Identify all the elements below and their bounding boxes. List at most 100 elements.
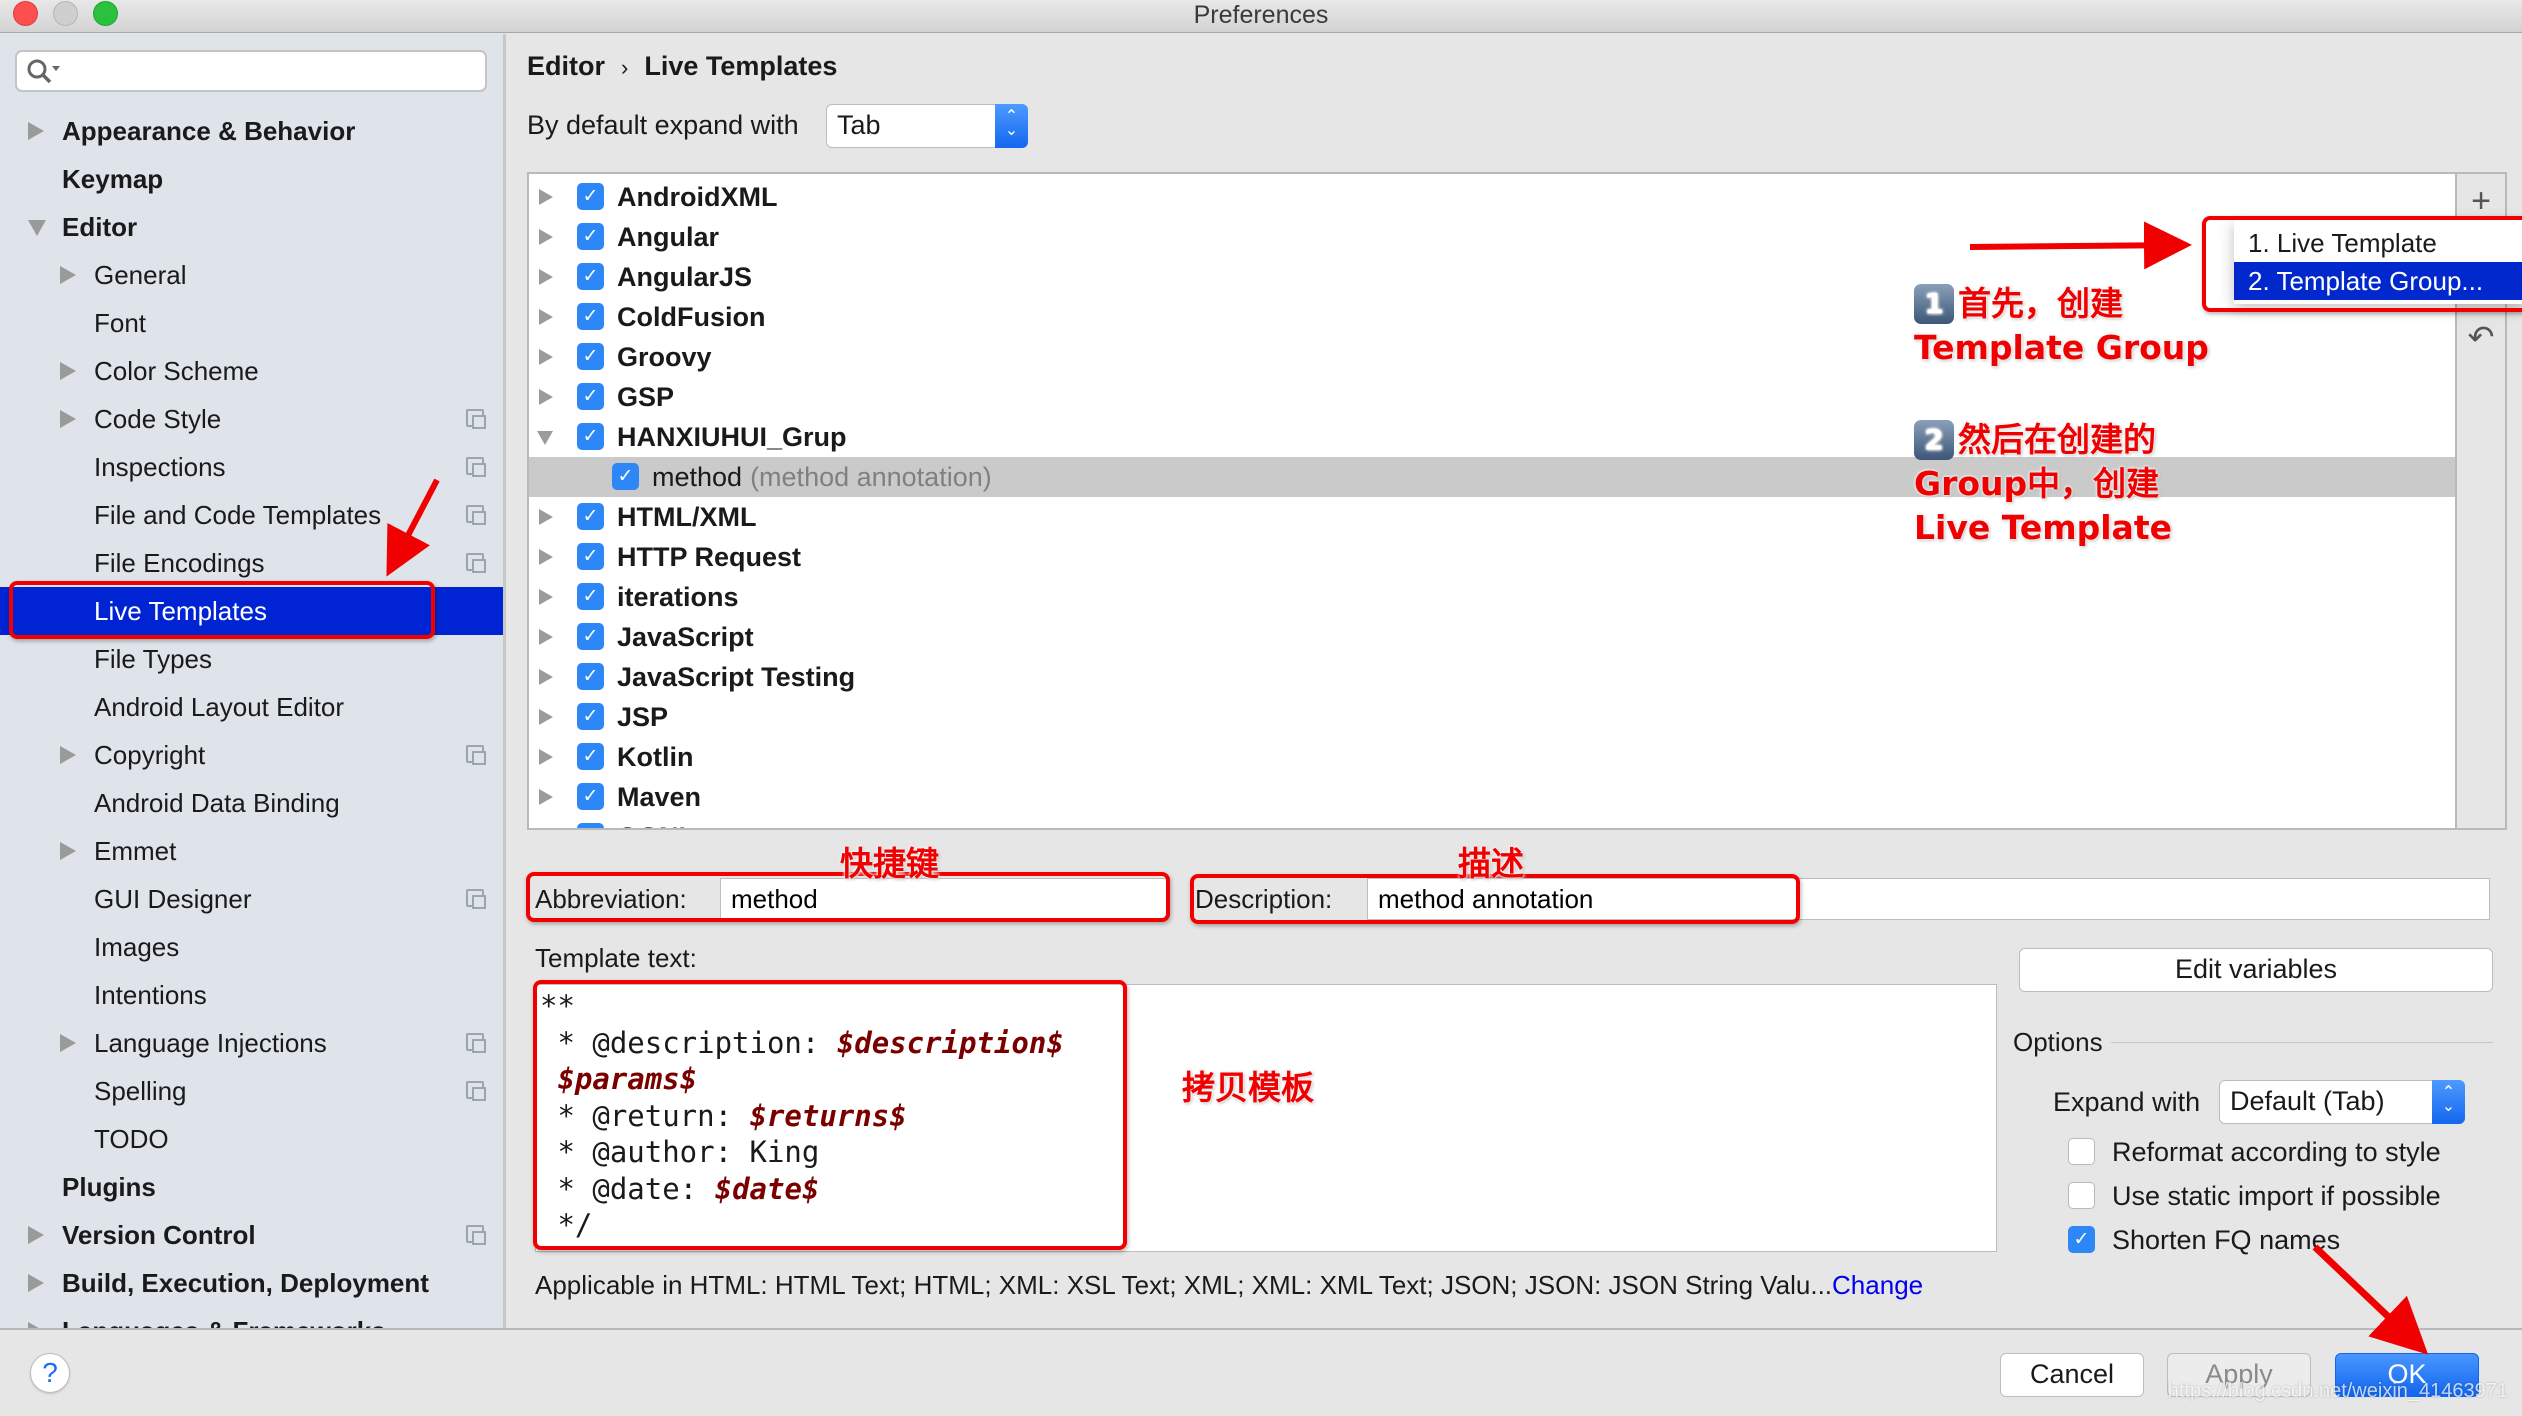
help-button[interactable]: ? <box>30 1353 70 1393</box>
sidebar-item-label: Plugins <box>62 1172 156 1202</box>
restore-defaults-button[interactable]: ↶ <box>2457 314 2505 360</box>
expand-with-select[interactable]: Default (Tab) ⌃ ⌄ <box>2219 1080 2465 1124</box>
enabled-checkbox[interactable]: ✓ <box>577 783 604 810</box>
chevron-right-icon[interactable] <box>539 549 553 565</box>
chevron-right-icon[interactable] <box>539 189 553 205</box>
edit-variables-button[interactable]: Edit variables <box>2019 948 2493 992</box>
settings-search-input[interactable] <box>15 50 487 92</box>
chevron-down-icon[interactable] <box>28 220 46 236</box>
enabled-checkbox[interactable]: ✓ <box>577 503 604 530</box>
enabled-checkbox[interactable]: ✓ <box>577 663 604 690</box>
template-group-row[interactable]: ✓ JavaScript Testing <box>529 657 2455 697</box>
chevron-right-icon[interactable] <box>28 122 44 140</box>
enabled-checkbox[interactable]: ✓ <box>577 543 604 570</box>
checkbox[interactable]: ✓ <box>2068 1182 2095 1209</box>
step-1-badge: 1 <box>1914 284 1954 324</box>
enabled-checkbox[interactable]: ✓ <box>577 183 604 210</box>
template-group-row[interactable]: ✓ AndroidXML <box>529 177 2455 217</box>
cancel-button[interactable]: Cancel <box>2000 1353 2144 1397</box>
chevron-right-icon[interactable] <box>539 229 553 245</box>
row-name-text: AndroidXML <box>617 182 778 212</box>
chevron-right-icon[interactable] <box>539 629 553 645</box>
enabled-checkbox[interactable]: ✓ <box>577 623 604 650</box>
chevron-down-icon[interactable] <box>537 431 553 445</box>
enabled-checkbox[interactable]: ✓ <box>612 463 639 490</box>
sidebar-item-font[interactable]: Font <box>0 299 503 347</box>
sidebar-item-language-injections[interactable]: Language Injections <box>0 1019 503 1067</box>
sidebar-item-android-data-binding[interactable]: Android Data Binding <box>0 779 503 827</box>
change-contexts-link[interactable]: Change <box>1832 1270 1923 1300</box>
enabled-checkbox[interactable]: ✓ <box>577 823 604 828</box>
enabled-checkbox[interactable]: ✓ <box>577 583 604 610</box>
sidebar-item-plugins[interactable]: Plugins <box>0 1163 503 1211</box>
template-group-row[interactable]: ✓ Angular <box>529 217 2455 257</box>
row-name-text: GSP <box>617 382 675 412</box>
chevron-right-icon[interactable] <box>539 829 553 830</box>
template-group-row[interactable]: ✓ iterations <box>529 577 2455 617</box>
template-group-row[interactable]: ✓ GSP <box>529 377 2455 417</box>
chevron-right-icon[interactable] <box>539 669 553 685</box>
chevron-right-icon[interactable] <box>539 389 553 405</box>
chevron-right-icon[interactable] <box>539 309 553 325</box>
chevron-right-icon[interactable] <box>539 589 553 605</box>
sidebar-item-keymap[interactable]: Keymap <box>0 155 503 203</box>
sidebar-item-general[interactable]: General <box>0 251 503 299</box>
enabled-checkbox[interactable]: ✓ <box>577 223 604 250</box>
enabled-checkbox[interactable]: ✓ <box>577 383 604 410</box>
search-field[interactable] <box>67 56 477 86</box>
row-name: JavaScript Testing <box>617 657 855 697</box>
chevron-right-icon[interactable] <box>60 410 76 428</box>
chevron-right-icon[interactable] <box>60 746 76 764</box>
breadcrumb-parent[interactable]: Editor <box>527 51 605 81</box>
enabled-checkbox[interactable]: ✓ <box>577 703 604 730</box>
sidebar-item-file-and-code-templates[interactable]: File and Code Templates <box>0 491 503 539</box>
sidebar-item-code-style[interactable]: Code Style <box>0 395 503 443</box>
chevron-right-icon[interactable] <box>539 749 553 765</box>
enabled-checkbox[interactable]: ✓ <box>577 743 604 770</box>
sidebar-item-intentions[interactable]: Intentions <box>0 971 503 1019</box>
enabled-checkbox[interactable]: ✓ <box>577 423 604 450</box>
row-name: AndroidXML <box>617 177 777 217</box>
chevron-right-icon[interactable] <box>539 269 553 285</box>
sidebar-item-color-scheme[interactable]: Color Scheme <box>0 347 503 395</box>
sidebar-item-todo[interactable]: TODO <box>0 1115 503 1163</box>
chevron-right-icon[interactable] <box>60 842 76 860</box>
sidebar-item-editor[interactable]: Editor <box>0 203 503 251</box>
chevron-right-icon[interactable] <box>28 1226 44 1244</box>
sidebar-item-gui-designer[interactable]: GUI Designer <box>0 875 503 923</box>
chevron-right-icon[interactable] <box>539 789 553 805</box>
chevron-right-icon[interactable] <box>28 1274 44 1292</box>
template-group-row[interactable]: ✓ JavaScript <box>529 617 2455 657</box>
template-text-label: Template text: <box>535 943 697 973</box>
template-group-row[interactable]: ✓ OGNL <box>529 817 2455 830</box>
enabled-checkbox[interactable]: ✓ <box>577 343 604 370</box>
sidebar-item-spelling[interactable]: Spelling <box>0 1067 503 1115</box>
sidebar-item-languages-frameworks[interactable]: Languages & Frameworks <box>0 1307 503 1328</box>
chevron-right-icon[interactable] <box>60 362 76 380</box>
sidebar-item-copyright[interactable]: Copyright <box>0 731 503 779</box>
sidebar-item-inspections[interactable]: Inspections <box>0 443 503 491</box>
checkbox[interactable]: ✓ <box>2068 1226 2095 1253</box>
chevron-right-icon[interactable] <box>60 266 76 284</box>
chevron-right-icon[interactable] <box>539 709 553 725</box>
chevron-right-icon[interactable] <box>539 349 553 365</box>
sidebar-item-images[interactable]: Images <box>0 923 503 971</box>
sidebar-item-emmet[interactable]: Emmet <box>0 827 503 875</box>
sidebar-item-android-layout-editor[interactable]: Android Layout Editor <box>0 683 503 731</box>
checkbox[interactable]: ✓ <box>2068 1138 2095 1165</box>
annotation-box-template-text <box>533 980 1127 1250</box>
sidebar-item-file-types[interactable]: File Types <box>0 635 503 683</box>
sidebar-item-version-control[interactable]: Version Control <box>0 1211 503 1259</box>
sidebar-item-appearance-behavior[interactable]: Appearance & Behavior <box>0 107 503 155</box>
template-group-row[interactable]: ✓ Kotlin <box>529 737 2455 777</box>
sidebar-item-build-execution-deployment[interactable]: Build, Execution, Deployment <box>0 1259 503 1307</box>
enabled-checkbox[interactable]: ✓ <box>577 303 604 330</box>
template-group-row[interactable]: ✓ JSP <box>529 697 2455 737</box>
expand-default-select[interactable]: Tab ⌃ ⌄ <box>826 104 1028 148</box>
chevron-right-icon[interactable] <box>539 509 553 525</box>
template-group-row[interactable]: ✓ Maven <box>529 777 2455 817</box>
enabled-checkbox[interactable]: ✓ <box>577 263 604 290</box>
sidebar-item-file-encodings[interactable]: File Encodings <box>0 539 503 587</box>
select-stepper-icon: ⌃ ⌄ <box>995 104 1028 148</box>
chevron-right-icon[interactable] <box>60 1034 76 1052</box>
